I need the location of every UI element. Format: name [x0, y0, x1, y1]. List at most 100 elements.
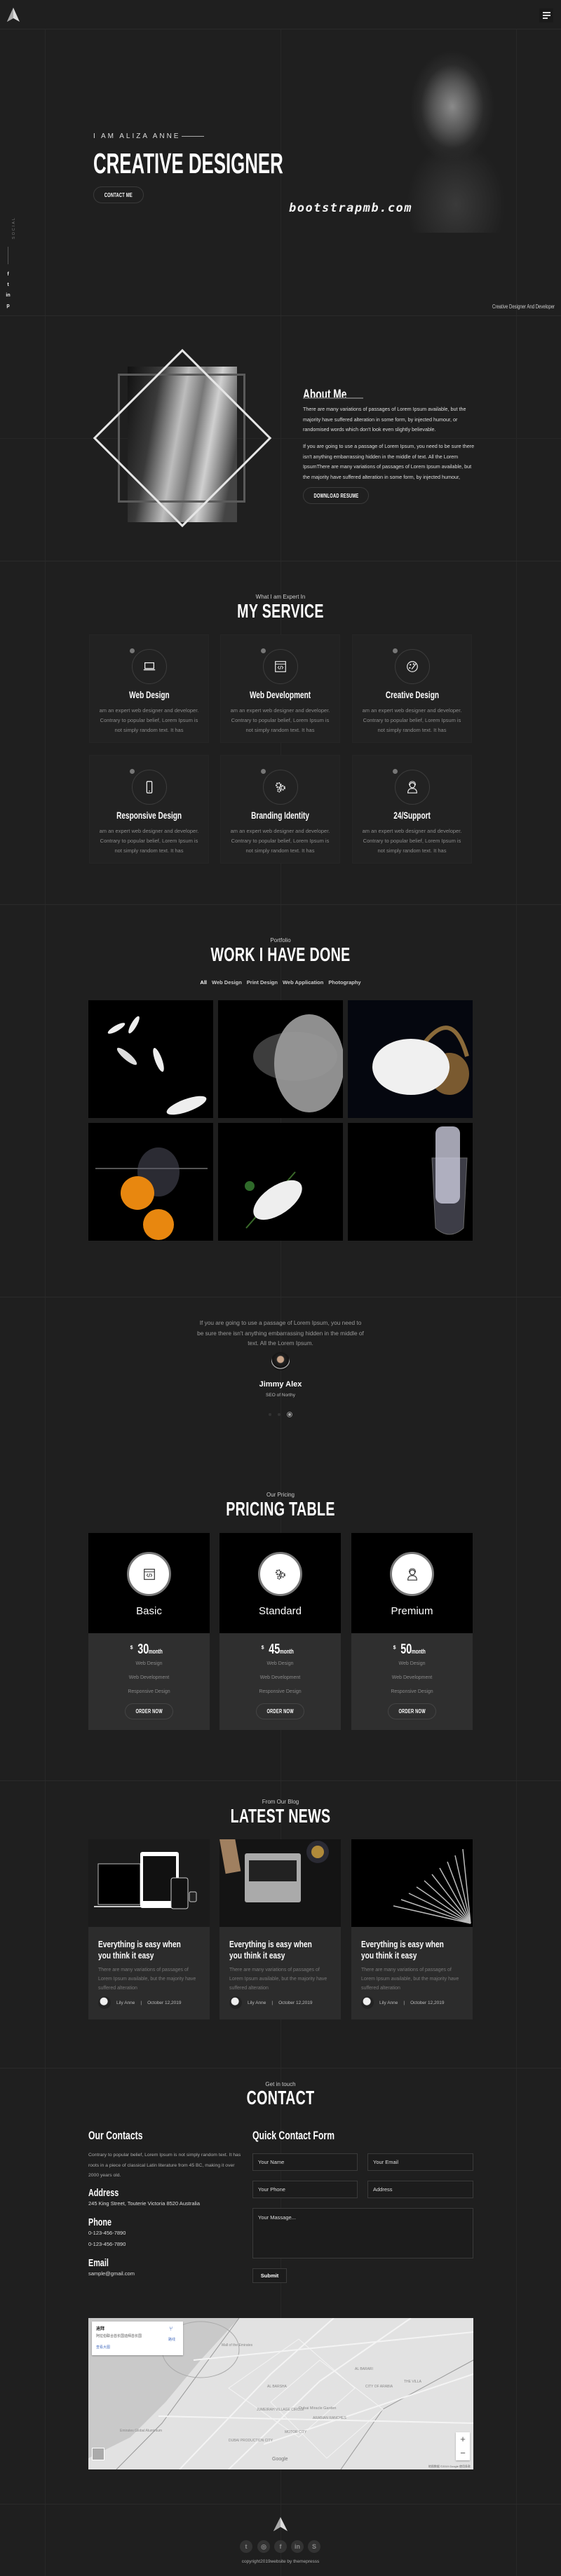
- address-heading: Address: [88, 2187, 119, 2199]
- news-title[interactable]: Everything is easy when you think it eas…: [361, 1939, 449, 1961]
- news-title[interactable]: Everything is easy when you think it eas…: [98, 1939, 186, 1961]
- news-image: [88, 1839, 210, 1927]
- map-region: 阿拉伯联合酋长国迪拜酋长国: [96, 2334, 142, 2338]
- news-date: October 12,2019: [410, 2000, 445, 2005]
- dribbble-icon[interactable]: ◎: [257, 2540, 270, 2553]
- message-textarea[interactable]: Your Massage...: [252, 2208, 473, 2258]
- order-now-button[interactable]: ORDER NOW: [125, 1703, 173, 1719]
- service-description: am an expert web designer and developer.…: [230, 828, 330, 854]
- news-image: [351, 1839, 473, 1927]
- divider: [0, 2068, 561, 2069]
- divider: [0, 904, 561, 905]
- devices-image: [94, 1852, 197, 1909]
- filter-all[interactable]: All: [200, 979, 207, 986]
- map-satellite-toggle[interactable]: [92, 2448, 104, 2460]
- map-label: DUBAI PRODUCTION CITY: [229, 2439, 273, 2443]
- contact-title: CONTACT: [246, 2087, 315, 2108]
- about-title-underline: [303, 397, 363, 399]
- author-avatar: [361, 1996, 374, 2009]
- directions-icon[interactable]: ⑂: [169, 2325, 173, 2332]
- linkedin-icon[interactable]: in: [5, 293, 11, 298]
- news-card[interactable]: Everything is easy when you think it eas…: [219, 1839, 341, 2019]
- pinterest-icon[interactable]: p: [5, 304, 11, 308]
- ice-in-glass-image: [431, 1126, 468, 1235]
- skype-icon[interactable]: S: [308, 2540, 320, 2553]
- icon-ring: [132, 770, 167, 805]
- portfolio-item[interactable]: [88, 1123, 213, 1241]
- order-now-button[interactable]: ORDER NOW: [388, 1703, 436, 1719]
- news-card[interactable]: Everything is easy when you think it eas…: [351, 1839, 473, 2019]
- portfolio-item[interactable]: [348, 1123, 473, 1241]
- facebook-icon[interactable]: f: [5, 272, 11, 277]
- map-label: CITY OF ARABIA: [365, 2385, 393, 2389]
- triangle-logo-icon[interactable]: [6, 7, 21, 22]
- plan-feature: Responsive Design: [259, 1689, 302, 1694]
- ring-dot: [261, 769, 266, 774]
- hamburger-menu-icon[interactable]: [539, 8, 553, 22]
- news-date: October 12,2019: [147, 2000, 182, 2005]
- submit-button[interactable]: Submit: [252, 2268, 287, 2283]
- portfolio-item[interactable]: [218, 1000, 343, 1118]
- copyright: copyright2019website by themepresss: [241, 2559, 320, 2564]
- phone-input[interactable]: Your Phone: [252, 2181, 358, 2198]
- facebook-icon[interactable]: f: [274, 2540, 287, 2553]
- news-card[interactable]: Everything is easy when you think it eas…: [88, 1839, 210, 2019]
- news-title[interactable]: Everything is easy when you think it eas…: [229, 1939, 317, 1961]
- map-directions-link[interactable]: 路线: [168, 2337, 175, 2342]
- quick-contact-heading: Quick Contact Form: [252, 2129, 334, 2142]
- icon-ring: [263, 770, 298, 805]
- support-agent-icon: [407, 781, 417, 793]
- about-paragraph-2: If you are going to use a passage of Lor…: [303, 443, 475, 480]
- watermark: bootstrapmb.com: [289, 201, 413, 215]
- google-logo: Google: [272, 2457, 288, 2462]
- map-place: 迪拜: [96, 2327, 105, 2331]
- service-card: 24/Support am an expert web designer and…: [352, 755, 472, 864]
- news-subtitle: From Our Blog: [262, 1799, 299, 1805]
- pricing-subtitle: Our Pricing: [266, 1492, 295, 1498]
- zoom-out-button[interactable]: −: [456, 2446, 470, 2460]
- news-image: [219, 1839, 341, 1927]
- filter-print-design[interactable]: Print Design: [247, 979, 278, 986]
- plan-feature: Web Development: [391, 1675, 433, 1680]
- map-view-larger-link[interactable]: 查看大图: [96, 2345, 110, 2350]
- download-resume-button[interactable]: DOWNLOAD RESUME: [303, 487, 369, 504]
- news-date: October 12,2019: [278, 2000, 313, 2005]
- portfolio-subtitle: Portfolio: [270, 937, 291, 943]
- portfolio-item[interactable]: [88, 1000, 213, 1118]
- testimonial-name: Jimmy Alex: [259, 1380, 302, 1389]
- divider: [0, 438, 561, 439]
- code-window-icon: [143, 1568, 155, 1580]
- map[interactable]: 迪拜 阿拉伯联合酋长国迪拜酋长国 查看大图 ⑂ 路线 Mall of the E…: [88, 2318, 473, 2469]
- portfolio-item[interactable]: [348, 1000, 473, 1118]
- twitter-icon[interactable]: t: [240, 2540, 252, 2553]
- contact-me-button[interactable]: CONTACT ME: [93, 186, 144, 203]
- portfolio-item[interactable]: [218, 1123, 343, 1241]
- zoom-in-button[interactable]: +: [456, 2432, 470, 2446]
- map-label: MOTOR CITY: [285, 2430, 307, 2434]
- service-title: Web Development: [249, 689, 311, 700]
- icon-ring: [395, 649, 430, 684]
- plan-feature: Responsive Design: [128, 1689, 170, 1694]
- footer-logo-icon[interactable]: [273, 2516, 288, 2532]
- service-description: am an expert web designer and developer.…: [230, 707, 330, 733]
- filter-web-design[interactable]: Web Design: [212, 979, 242, 986]
- slide-dot[interactable]: [269, 1413, 271, 1416]
- filter-photography[interactable]: Photography: [328, 979, 360, 986]
- slide-dot-active[interactable]: [287, 1412, 292, 1417]
- guide-line: [45, 0, 46, 2576]
- feathers-image: [107, 1016, 207, 1115]
- slide-dot[interactable]: [278, 1413, 280, 1416]
- service-description: am an expert web designer and developer.…: [362, 707, 462, 733]
- plan-icon-circle: [127, 1552, 171, 1596]
- filter-web-application[interactable]: Web Application: [283, 979, 323, 986]
- order-now-button[interactable]: ORDER NOW: [256, 1703, 304, 1719]
- address-input[interactable]: Address: [367, 2181, 473, 2198]
- testimonial-quote: If you are going to use a passage of Lor…: [197, 1319, 364, 1347]
- twitter-icon[interactable]: t: [5, 282, 11, 287]
- email-input[interactable]: Your Email: [367, 2153, 473, 2171]
- map-label: Emirates Global Aluminium: [120, 2429, 163, 2433]
- linkedin-icon[interactable]: in: [291, 2540, 304, 2553]
- name-input[interactable]: Your Name: [252, 2153, 358, 2171]
- service-description: am an expert web designer and developer.…: [99, 828, 199, 854]
- palette-icon: [407, 661, 418, 672]
